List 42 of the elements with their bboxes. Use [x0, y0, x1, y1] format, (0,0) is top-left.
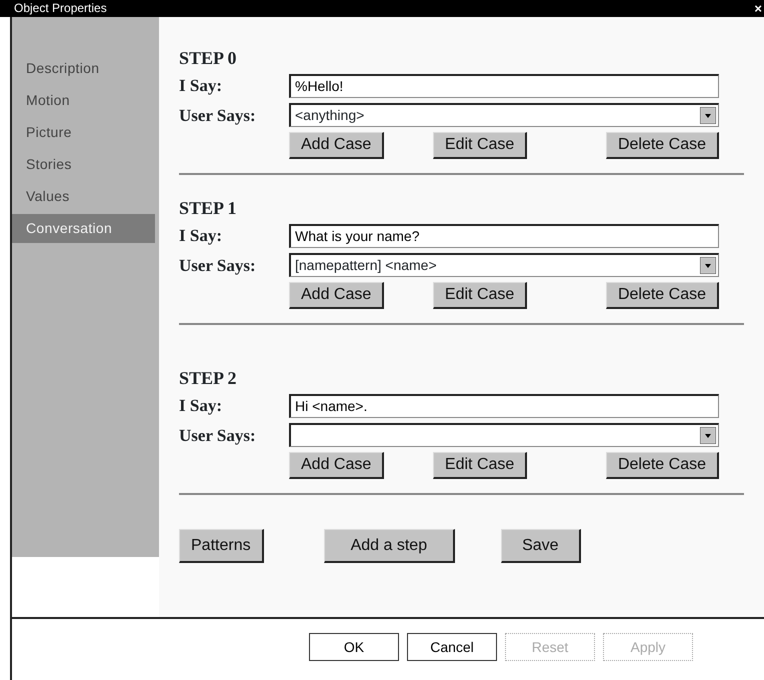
dialog-button: Apply	[603, 633, 693, 661]
dropdown-arrow-icon[interactable]	[700, 427, 716, 444]
case-button[interactable]: Add Case	[289, 282, 384, 309]
user-says-dropdown[interactable]: <anything>	[289, 103, 719, 128]
field-label: I Say:	[179, 225, 223, 247]
dropdown-arrow-icon[interactable]	[700, 257, 716, 274]
sidebar-item[interactable]: Picture	[12, 118, 159, 147]
sidebar-item[interactable]: Description	[12, 54, 159, 83]
i-say-field[interactable]: Hi <name>.	[289, 394, 719, 418]
sidebar-item[interactable]: Motion	[12, 86, 159, 115]
action-button[interactable]: Patterns	[179, 529, 264, 563]
action-button[interactable]: Add a step	[324, 529, 456, 563]
close-button[interactable]: ×	[754, 0, 764, 17]
dropdown-arrow-icon[interactable]	[700, 107, 716, 124]
step-heading: STEP 2	[179, 367, 238, 389]
case-button[interactable]: Edit Case	[432, 132, 528, 159]
action-button[interactable]: Save	[501, 529, 581, 563]
field-label: User Says:	[179, 424, 257, 447]
user-says-dropdown[interactable]: [namepattern] <name>	[289, 253, 719, 278]
case-button[interactable]: Delete Case	[606, 452, 719, 479]
case-button[interactable]: Add Case	[289, 452, 384, 479]
case-button[interactable]: Delete Case	[606, 282, 719, 309]
sidebar-item[interactable]: Values	[12, 182, 159, 211]
sidebar-item[interactable]: Stories	[12, 150, 159, 179]
case-button[interactable]: Delete Case	[606, 132, 719, 159]
field-label: I Say:	[179, 395, 223, 417]
case-button[interactable]: Edit Case	[432, 452, 528, 479]
case-button[interactable]: Edit Case	[432, 282, 528, 309]
step-heading: STEP 1	[179, 197, 238, 219]
dialog-button[interactable]: OK	[309, 633, 399, 661]
case-button[interactable]: Add Case	[289, 132, 384, 159]
sidebar-item[interactable]: Conversation	[12, 214, 155, 243]
i-say-field[interactable]: What is your name?	[289, 224, 719, 248]
window-title: Object Properties	[14, 0, 107, 17]
step-heading: STEP 0	[179, 47, 238, 69]
user-says-dropdown[interactable]	[289, 423, 719, 448]
field-label: User Says:	[179, 254, 257, 277]
field-label: User Says:	[179, 104, 257, 127]
i-say-field[interactable]: %Hello!	[289, 74, 719, 98]
dialog-button[interactable]: Cancel	[407, 633, 497, 661]
dialog-button: Reset	[505, 633, 595, 661]
field-label: I Say:	[179, 75, 223, 97]
